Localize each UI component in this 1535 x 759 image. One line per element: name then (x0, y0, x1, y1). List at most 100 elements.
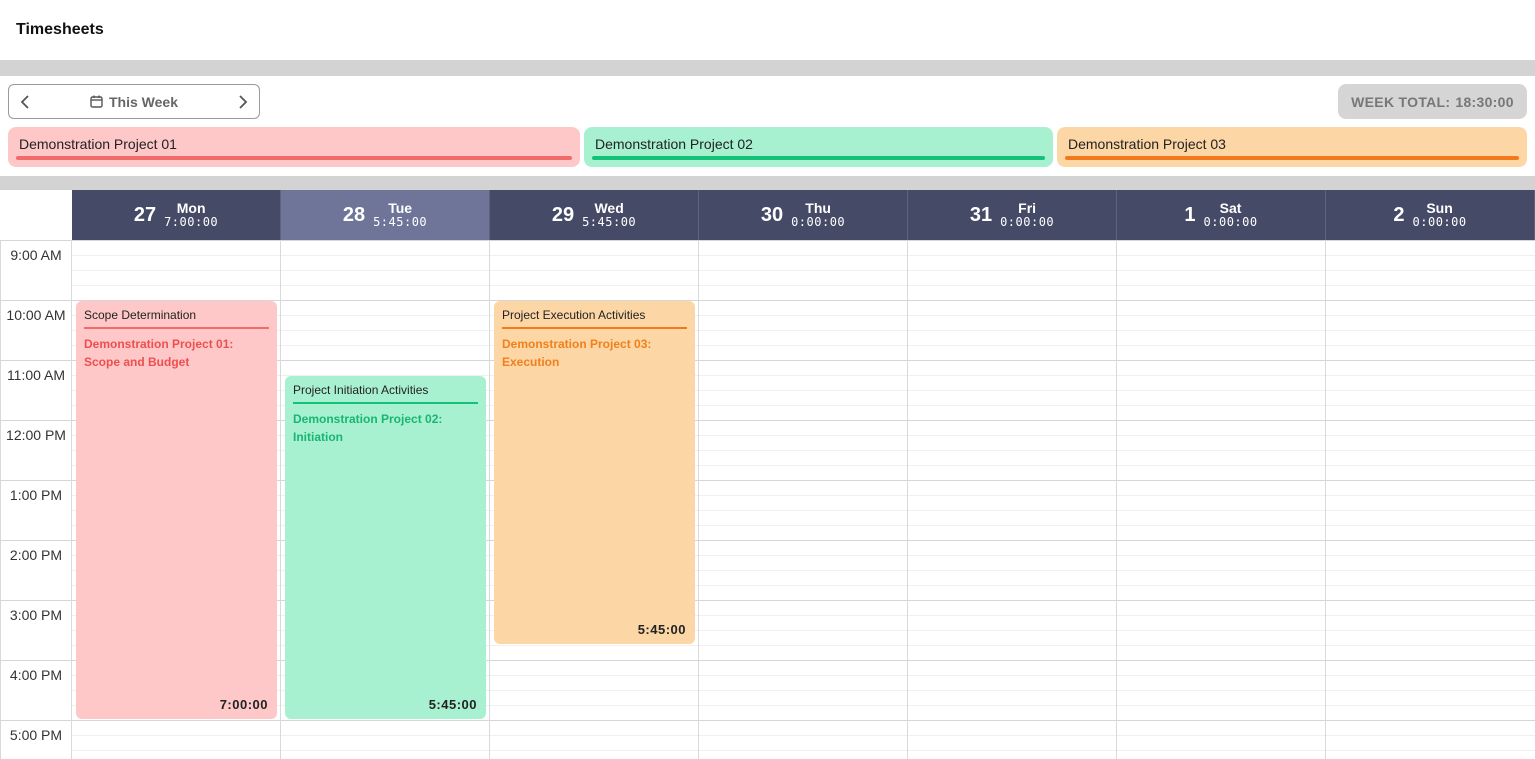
entry-duration: 5:45:00 (428, 697, 477, 712)
hour-label: 10:00 AM (6, 307, 66, 323)
day-column-line (489, 240, 490, 759)
project-chip-3[interactable]: Demonstration Project 03 (1057, 127, 1527, 167)
hour-row: 9:00 AM (0, 240, 1535, 300)
quarter-hour-line (72, 285, 1535, 286)
day-meta: Thu 0:00:00 (791, 201, 845, 229)
hour-label: 3:00 PM (9, 607, 63, 623)
day-name: Wed (594, 200, 624, 216)
day-number: 31 (969, 203, 993, 226)
entry-title: Project Initiation Activities (293, 383, 429, 397)
day-meta: Mon 7:00:00 (164, 201, 218, 229)
entry-project: Demonstration Project 02: Initiation (293, 412, 443, 444)
project-chip-2[interactable]: Demonstration Project 02 (584, 127, 1053, 167)
divider (0, 176, 1535, 190)
entry-project: Demonstration Project 01: Scope and Budg… (84, 337, 234, 369)
time-entry[interactable]: Scope Determination Demonstration Project… (76, 301, 277, 719)
hour-label: 12:00 PM (6, 427, 66, 443)
hour-label: 11:00 AM (6, 367, 66, 383)
hour-label: 2:00 PM (9, 547, 63, 563)
day-name: Mon (176, 200, 206, 216)
day-meta: Wed 5:45:00 (582, 201, 636, 229)
day-header-thu[interactable]: 30 Thu 0:00:00 (699, 190, 908, 240)
day-header-wed[interactable]: 29 Wed 5:45:00 (490, 190, 699, 240)
quarter-hour-line (72, 345, 1535, 346)
entry-project: Demonstration Project 03: Execution (502, 337, 652, 369)
entry-divider (84, 327, 269, 329)
project-chip-label: Demonstration Project 02 (595, 136, 753, 152)
day-column-line (907, 240, 908, 759)
day-total: 0:00:00 (1412, 215, 1467, 229)
next-week-button[interactable] (229, 85, 257, 118)
day-meta: Tue 5:45:00 (373, 201, 427, 229)
quarter-hour-line (72, 330, 1535, 331)
day-number: 29 (551, 203, 575, 226)
week-label: This Week (109, 93, 178, 110)
hour-label: 9:00 AM (10, 247, 62, 263)
calendar-header: 27 Mon 7:00:00 28 Tue 5:45:00 29 Wed 5:45:00 30 Th… (0, 190, 1535, 240)
top-bar: Timesheets (0, 0, 1535, 60)
day-name: Sat (1219, 200, 1242, 216)
entry-title: Project Execution Activities (502, 308, 646, 322)
project-color-bar (16, 156, 572, 160)
entry-duration: 5:45:00 (637, 622, 686, 637)
quarter-hour-line (72, 315, 1535, 316)
day-total: 5:45:00 (373, 215, 428, 229)
week-picker-button[interactable]: This Week (49, 85, 219, 118)
day-name: Sun (1426, 200, 1453, 216)
day-name: Tue (388, 200, 413, 216)
day-total: 0:00:00 (1000, 215, 1055, 229)
day-meta: Fri 0:00:00 (1000, 201, 1054, 229)
day-meta: Sat 0:00:00 (1204, 201, 1258, 229)
day-total: 0:00:00 (1203, 215, 1258, 229)
hour-label: 1:00 PM (9, 487, 63, 503)
day-header-sun[interactable]: 2 Sun 0:00:00 (1326, 190, 1535, 240)
time-entry[interactable]: Project Initiation Activities Demonstrati… (285, 376, 486, 719)
entry-divider (293, 402, 478, 404)
project-chip-label: Demonstration Project 03 (1068, 136, 1226, 152)
previous-week-button[interactable] (11, 85, 39, 118)
day-column-line (280, 240, 281, 759)
day-column-line (1116, 240, 1117, 759)
quarter-hour-line (72, 735, 1535, 736)
week-total-value: 18:30:00 (1455, 93, 1514, 110)
week-total-label: WEEK TOTAL: (1351, 93, 1451, 110)
week-total-badge: WEEK TOTAL: 18:30:00 (1338, 84, 1527, 119)
day-header-fri[interactable]: 31 Fri 0:00:00 (908, 190, 1117, 240)
calendar-icon (90, 95, 103, 108)
project-color-bar (592, 156, 1045, 160)
hour-row: 5:00 PM (0, 720, 1535, 759)
entry-title: Scope Determination (84, 308, 197, 322)
day-number: 28 (342, 203, 366, 226)
chevron-left-icon (20, 94, 29, 109)
day-header-mon[interactable]: 27 Mon 7:00:00 (72, 190, 281, 240)
project-color-bar (1065, 156, 1519, 160)
hour-label: 4:00 PM (9, 667, 63, 683)
day-column-line (71, 240, 72, 759)
week-navigator: This Week (8, 84, 260, 119)
day-name: Thu (805, 200, 831, 216)
day-number: 30 (760, 203, 784, 226)
project-chip-label: Demonstration Project 01 (19, 136, 177, 152)
day-header-tue[interactable]: 28 Tue 5:45:00 (281, 190, 490, 240)
day-number: 2 (1393, 203, 1405, 226)
calendar-grid: 9:00 AM 10:00 AM 11:00 AM 12:00 PM 1:00 PM 2:… (0, 240, 1535, 759)
entry-divider (502, 327, 687, 329)
entry-duration: 7:00:00 (219, 697, 268, 712)
quarter-hour-line (72, 270, 1535, 271)
day-meta: Sun 0:00:00 (1413, 201, 1467, 229)
day-column-line (698, 240, 699, 759)
day-total: 5:45:00 (582, 215, 637, 229)
day-header-sat[interactable]: 1 Sat 0:00:00 (1117, 190, 1326, 240)
hour-label: 5:00 PM (9, 727, 63, 743)
divider (0, 60, 1535, 76)
day-total: 7:00:00 (164, 215, 219, 229)
chevron-right-icon (239, 94, 248, 109)
quarter-hour-line (72, 750, 1535, 751)
day-column-line (1325, 240, 1326, 759)
day-name: Fri (1018, 200, 1037, 216)
time-entry[interactable]: Project Execution Activities Demonstratio… (494, 301, 695, 644)
project-chip-1[interactable]: Demonstration Project 01 (8, 127, 580, 167)
day-total: 0:00:00 (791, 215, 846, 229)
day-number: 27 (133, 203, 157, 226)
page-title: Timesheets (16, 21, 104, 38)
